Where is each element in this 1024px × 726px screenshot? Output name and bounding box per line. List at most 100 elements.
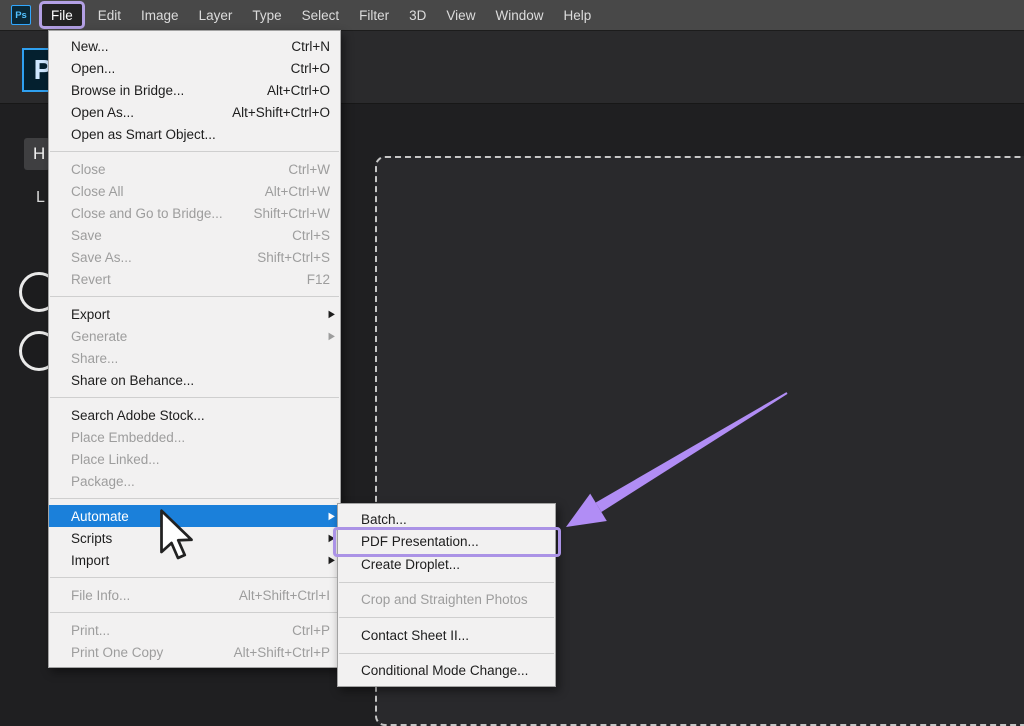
menu-item-shortcut: F12 xyxy=(306,271,330,287)
menu-item-label: PDF Presentation... xyxy=(361,534,479,550)
menu-item-close-all[interactable]: Close All Alt+Ctrl+W xyxy=(49,180,340,202)
menu-item-revert[interactable]: Revert F12 xyxy=(49,268,340,290)
menu-item-label: Open As... xyxy=(71,104,135,120)
menu-separator xyxy=(50,151,339,152)
menu-item-label: Generate xyxy=(71,328,128,344)
menu-item-save[interactable]: Save Ctrl+S xyxy=(49,224,340,246)
menu-item-label: Browse in Bridge... xyxy=(71,82,185,98)
menu-item-label: Share... xyxy=(71,350,119,366)
menu-item-close-and-go-to-bridge[interactable]: Close and Go to Bridge... Shift+Ctrl+W xyxy=(49,202,340,224)
menubar-item-3d[interactable]: 3D xyxy=(399,0,436,30)
menubar: Ps File Edit Image Layer Type Select Filter 3D V… xyxy=(0,0,1024,31)
menu-item-open-as[interactable]: Open As... Alt+Shift+Ctrl+O xyxy=(49,101,340,123)
menu-item-shortcut: Ctrl+P xyxy=(292,622,330,638)
menu-item-shortcut: Shift+Ctrl+S xyxy=(257,249,330,265)
menu-item-label: Place Linked... xyxy=(71,451,160,467)
menu-item-label: Package... xyxy=(71,473,135,489)
submenu-item-pdf-presentation[interactable]: PDF Presentation... xyxy=(333,526,561,557)
menu-item-label: Place Embedded... xyxy=(71,429,186,445)
menu-item-place-linked[interactable]: Place Linked... xyxy=(49,448,340,470)
menubar-item-type[interactable]: Type xyxy=(242,0,291,30)
menu-item-label: Search Adobe Stock... xyxy=(71,407,205,423)
menu-separator xyxy=(50,296,339,297)
menu-item-label: Crop and Straighten Photos xyxy=(361,592,528,608)
menu-separator xyxy=(339,652,554,654)
menu-item-shortcut: Alt+Ctrl+O xyxy=(266,82,330,98)
menu-item-label: Save xyxy=(71,227,102,243)
menu-item-shortcut: Alt+Shift+Ctrl+O xyxy=(232,104,330,120)
menu-item-shortcut: Alt+Shift+Ctrl+I xyxy=(238,587,330,603)
menu-item-label: Open... xyxy=(71,60,116,76)
menu-item-label: Close All xyxy=(71,183,124,199)
menubar-item-file[interactable]: File xyxy=(39,1,85,29)
file-menu-dropdown: New... Ctrl+N Open... Ctrl+O Browse in Bridg… xyxy=(48,30,341,668)
menu-item-label: Batch... xyxy=(361,511,407,527)
menu-item-file-info[interactable]: File Info... Alt+Shift+Ctrl+I xyxy=(49,584,340,606)
menu-item-label: File Info... xyxy=(71,587,131,603)
menubar-item-layer[interactable]: Layer xyxy=(189,0,243,30)
menubar-item-select[interactable]: Select xyxy=(292,0,350,30)
menu-item-shortcut: Ctrl+W xyxy=(288,161,330,177)
submenu-arrow-icon: ▶ xyxy=(328,509,335,522)
menubar-item-help[interactable]: Help xyxy=(553,0,601,30)
menu-separator xyxy=(50,612,339,613)
menu-item-save-as[interactable]: Save As... Shift+Ctrl+S xyxy=(49,246,340,268)
menu-item-generate[interactable]: Generate ▶ xyxy=(49,325,340,347)
menu-item-share-on-behance[interactable]: Share on Behance... xyxy=(49,369,340,391)
menu-item-shortcut: Shift+Ctrl+W xyxy=(253,205,330,221)
menu-item-print[interactable]: Print... Ctrl+P xyxy=(49,619,340,641)
menu-item-export[interactable]: Export ▶ xyxy=(49,303,340,325)
menubar-item-edit[interactable]: Edit xyxy=(88,0,131,30)
menu-item-place-embedded[interactable]: Place Embedded... xyxy=(49,426,340,448)
menu-item-label: Print... xyxy=(71,622,111,638)
menubar-item-view[interactable]: View xyxy=(436,0,485,30)
menu-item-shortcut: Ctrl+N xyxy=(291,38,330,54)
menu-item-label: Import xyxy=(71,552,110,568)
menu-item-label: Create Droplet... xyxy=(361,556,461,572)
submenu-arrow-icon: ▶ xyxy=(328,553,335,566)
menubar-item-window[interactable]: Window xyxy=(485,0,553,30)
sidebar-item-learn[interactable]: L xyxy=(36,189,45,207)
menu-separator xyxy=(50,498,339,499)
menu-item-scripts[interactable]: Scripts ▶ xyxy=(49,527,340,549)
menu-item-browse-in-bridge[interactable]: Browse in Bridge... Alt+Ctrl+O xyxy=(49,79,340,101)
menu-item-label: Close and Go to Bridge... xyxy=(71,205,223,221)
menu-item-shortcut: Alt+Shift+Ctrl+P xyxy=(233,644,330,660)
menu-item-label: Share on Behance... xyxy=(71,372,195,388)
menu-item-label: Revert xyxy=(71,271,111,287)
menu-item-share[interactable]: Share... xyxy=(49,347,340,369)
menu-item-automate[interactable]: Automate ▶ xyxy=(49,505,340,527)
menu-item-open-as-smart-object[interactable]: Open as Smart Object... xyxy=(49,123,340,145)
menu-item-import[interactable]: Import ▶ xyxy=(49,549,340,571)
menu-item-package[interactable]: Package... xyxy=(49,470,340,492)
menu-item-label: Export xyxy=(71,306,111,322)
menu-item-search-adobe-stock[interactable]: Search Adobe Stock... xyxy=(49,404,340,426)
menu-item-label: Open as Smart Object... xyxy=(71,126,216,142)
sidebar-item-home[interactable]: H xyxy=(24,138,50,170)
submenu-arrow-icon: ▶ xyxy=(328,307,335,320)
photoshop-app-icon: Ps xyxy=(11,5,31,25)
menu-separator xyxy=(339,617,554,618)
menu-item-label: New... xyxy=(71,38,109,54)
submenu-item-crop-and-straighten-photos[interactable]: Crop and Straighten Photos xyxy=(338,589,555,612)
menu-item-shortcut: Ctrl+O xyxy=(290,60,330,76)
menu-item-open[interactable]: Open... Ctrl+O xyxy=(49,57,340,79)
submenu-arrow-icon: ▶ xyxy=(328,531,335,544)
menu-item-new[interactable]: New... Ctrl+N xyxy=(49,35,340,57)
submenu-item-contact-sheet-ii[interactable]: Contact Sheet II... xyxy=(338,624,555,647)
menu-item-close[interactable]: Close Ctrl+W xyxy=(49,158,340,180)
menubar-item-image[interactable]: Image xyxy=(131,0,189,30)
menu-separator xyxy=(50,577,339,578)
menu-item-label: Scripts xyxy=(71,530,113,546)
menu-item-label: Close xyxy=(71,161,106,177)
menubar-item-filter[interactable]: Filter xyxy=(349,0,399,30)
menu-item-label: Print One Copy xyxy=(71,644,164,660)
menu-item-print-one-copy[interactable]: Print One Copy Alt+Shift+Ctrl+P xyxy=(49,641,340,663)
menu-item-shortcut: Ctrl+S xyxy=(292,227,330,243)
menu-item-label: Contact Sheet II... xyxy=(361,627,470,643)
submenu-item-batch[interactable]: Batch... xyxy=(338,508,555,531)
menu-separator xyxy=(339,581,554,583)
menu-item-label: Save As... xyxy=(71,249,132,265)
submenu-arrow-icon: ▶ xyxy=(328,329,335,342)
submenu-item-create-droplet[interactable]: Create Droplet... xyxy=(338,553,555,576)
